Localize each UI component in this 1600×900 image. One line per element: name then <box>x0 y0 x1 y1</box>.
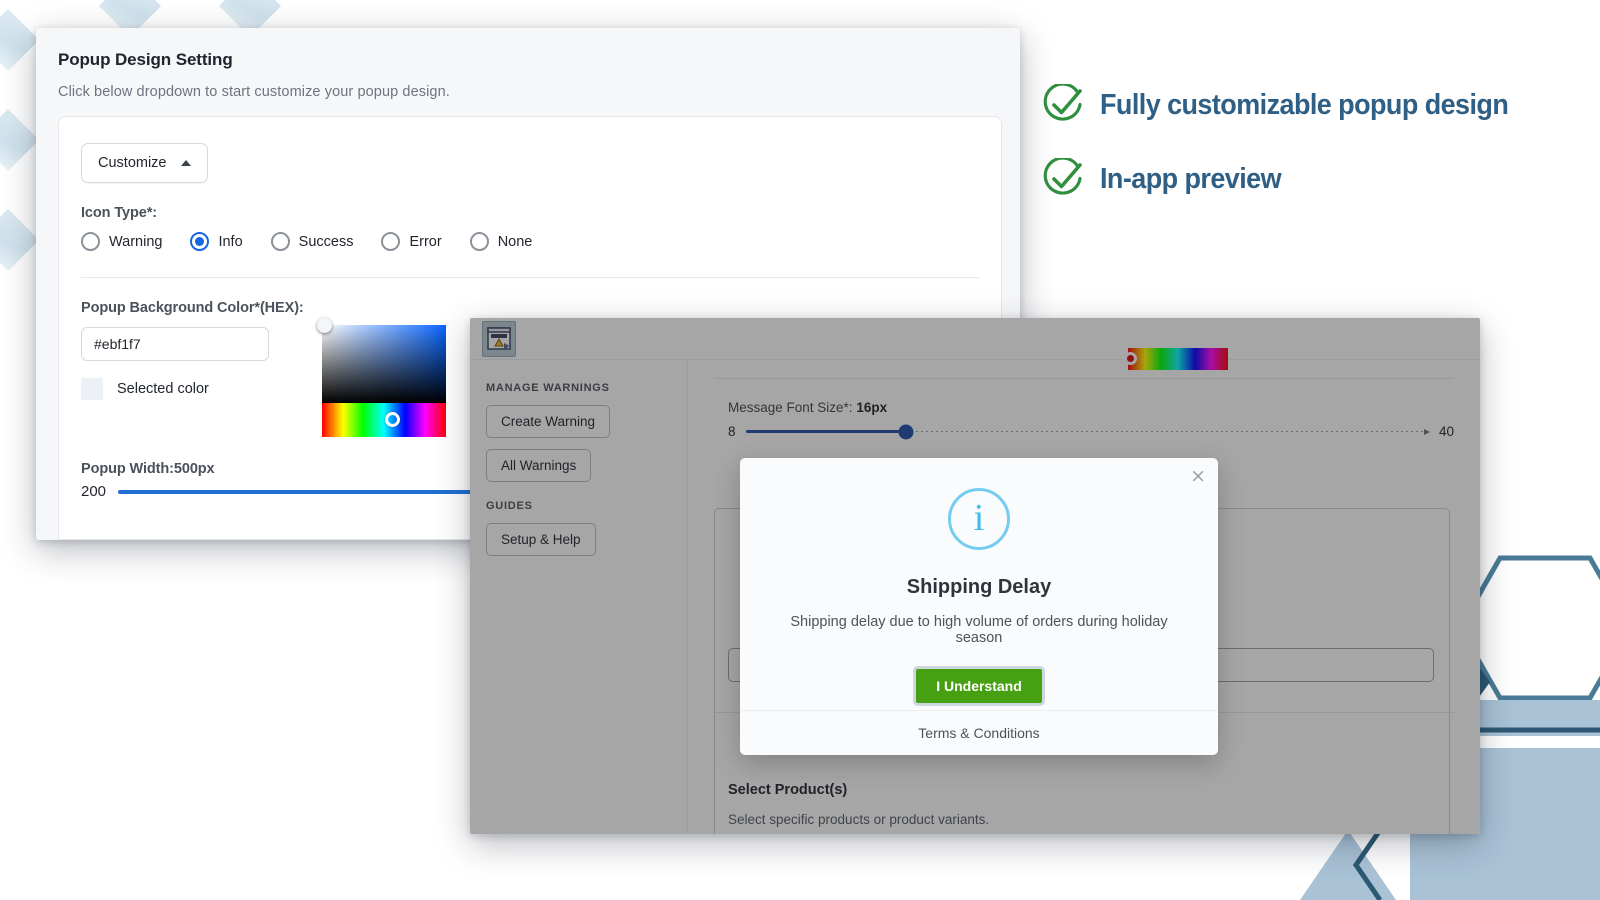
modal-body: i Shipping Delay Shipping delay due to h… <box>740 458 1218 706</box>
decor-diamond <box>0 209 39 271</box>
selected-color-swatch <box>81 378 103 400</box>
hue-handle-top[interactable] <box>1124 352 1137 365</box>
radio-circle-success[interactable] <box>271 232 290 251</box>
feature-label: In-app preview <box>1100 163 1281 196</box>
window1-header: Popup Design Setting Click below dropdow… <box>36 28 1020 100</box>
modal-title: Shipping Delay <box>770 576 1188 599</box>
radio-option-info[interactable]: Info <box>190 232 242 251</box>
screenshot-root: Popup Design Setting Click below dropdow… <box>0 0 1600 900</box>
selected-color-row: Selected color <box>81 378 304 400</box>
all-warnings-button[interactable]: All Warnings <box>486 449 591 482</box>
check-circle-icon <box>1042 84 1084 126</box>
radio-circle-error[interactable] <box>381 232 400 251</box>
create-warning-button[interactable]: Create Warning <box>486 405 610 438</box>
feature-label: Fully customizable popup design <box>1100 89 1508 122</box>
radio-label-warning: Warning <box>109 234 162 250</box>
check-circle-icon <box>1042 158 1084 200</box>
color-picker[interactable] <box>322 325 446 437</box>
modal-footer: Terms & Conditions <box>740 710 1218 755</box>
sv-handle[interactable] <box>317 318 332 333</box>
radio-option-warning[interactable]: Warning <box>81 232 162 251</box>
setup-help-button[interactable]: Setup & Help <box>486 523 596 556</box>
info-icon: i <box>948 488 1010 550</box>
bg-color-label: Popup Background Color*(HEX): <box>81 300 304 316</box>
background-color-left: Popup Background Color*(HEX): Selected c… <box>81 300 304 400</box>
popup-preview-modal: × i Shipping Delay Shipping delay due to… <box>740 458 1218 755</box>
chevron-up-icon <box>181 160 191 166</box>
font-size-knob[interactable] <box>899 424 914 439</box>
hex-color-input[interactable] <box>81 327 269 361</box>
feature-list: Fully customizable popup design In-app p… <box>1042 84 1562 232</box>
saturation-value-area[interactable] <box>322 325 446 403</box>
app-warning-window-icon <box>482 321 516 357</box>
app-sidebar: MANAGE WARNINGS Create Warning All Warni… <box>470 360 688 834</box>
panel-divider-top <box>714 378 1454 379</box>
hue-slider-top[interactable] <box>1128 348 1228 370</box>
section-divider <box>81 277 979 278</box>
font-size-min: 8 <box>728 424 736 439</box>
modal-message: Shipping delay due to high volume of ord… <box>770 614 1188 646</box>
close-icon[interactable]: × <box>1190 467 1206 486</box>
terms-and-conditions-link[interactable]: Terms & Conditions <box>918 725 1039 741</box>
font-size-label: Message Font Size*: 16px <box>728 400 1454 415</box>
decor-diamond <box>0 109 39 171</box>
radio-option-none[interactable]: None <box>470 232 533 251</box>
icon-type-label: Icon Type*: <box>81 205 979 221</box>
font-size-max: 40 <box>1439 424 1454 439</box>
popup-width-min: 200 <box>81 483 106 500</box>
font-size-track[interactable] <box>746 430 1429 433</box>
radio-label-error: Error <box>409 234 441 250</box>
font-size-fill <box>746 430 907 433</box>
radio-circle-info[interactable] <box>190 232 209 251</box>
font-size-arrow-icon <box>1424 429 1430 435</box>
font-size-slider-row: 8 40 <box>728 424 1454 439</box>
feature-item: Fully customizable popup design <box>1042 84 1562 126</box>
icon-type-radio-row: Warning Info Success Error <box>81 232 979 251</box>
hue-handle[interactable] <box>385 412 400 427</box>
icon-type-group: Icon Type*: Warning Info Success <box>81 205 979 251</box>
decor-diamond <box>0 9 39 71</box>
i-understand-button[interactable]: I Understand <box>913 666 1045 706</box>
message-font-size-group: Message Font Size*: 16px 8 40 <box>728 400 1454 439</box>
customize-dropdown-button[interactable]: Customize <box>81 143 208 183</box>
radio-label-success: Success <box>299 234 354 250</box>
select-products-title: Select Product(s) <box>728 782 989 798</box>
selected-color-label: Selected color <box>117 381 209 397</box>
radio-option-error[interactable]: Error <box>381 232 441 251</box>
feature-item: In-app preview <box>1042 158 1562 200</box>
sidebar-section-manage-warnings: MANAGE WARNINGS <box>486 382 671 394</box>
app-icon-glyph <box>487 326 511 352</box>
hue-slider[interactable] <box>322 403 446 437</box>
page-title: Popup Design Setting <box>58 50 998 70</box>
info-icon-glyph: i <box>974 499 985 537</box>
sidebar-section-guides: GUIDES <box>486 500 671 512</box>
app-topbar <box>470 318 1480 360</box>
customize-label: Customize <box>98 155 167 171</box>
page-subtitle: Click below dropdown to start customize … <box>58 84 998 100</box>
font-size-label-prefix: Message Font Size*: <box>728 400 856 415</box>
radio-label-info: Info <box>218 234 242 250</box>
radio-label-none: None <box>498 234 533 250</box>
select-products-group: Select Product(s) Select specific produc… <box>728 782 989 827</box>
radio-circle-warning[interactable] <box>81 232 100 251</box>
radio-circle-none[interactable] <box>470 232 489 251</box>
font-size-value: 16px <box>856 400 887 415</box>
select-products-subtitle: Select specific products or product vari… <box>728 812 989 827</box>
radio-option-success[interactable]: Success <box>271 232 354 251</box>
